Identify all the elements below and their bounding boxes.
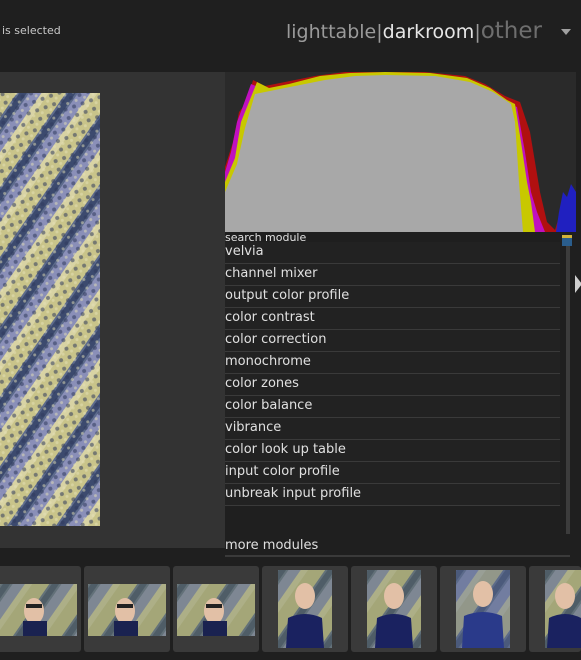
filmstrip-thumbnail[interactable] xyxy=(0,566,81,652)
module-item[interactable]: color correction xyxy=(225,330,560,352)
module-item[interactable]: monochrome xyxy=(225,352,560,374)
module-item[interactable]: color look up table xyxy=(225,440,560,462)
module-item[interactable]: velvia xyxy=(225,242,560,264)
module-scrollbar[interactable] xyxy=(566,246,570,534)
module-item[interactable]: color balance xyxy=(225,396,560,418)
view-darkroom[interactable]: darkroom xyxy=(383,21,475,43)
filmstrip-thumbnail[interactable] xyxy=(440,566,526,652)
filmstrip-thumbnail[interactable] xyxy=(351,566,437,652)
histogram[interactable] xyxy=(225,72,576,232)
filmstrip-thumbnail[interactable] xyxy=(529,566,581,652)
module-item[interactable]: unbreak input profile xyxy=(225,484,560,506)
view-switcher: lighttable|darkroom|other xyxy=(286,18,542,44)
panel-expand-arrow-icon[interactable] xyxy=(575,275,581,293)
center-view[interactable] xyxy=(0,72,225,548)
right-panel: search module velvia channel mixer outpu… xyxy=(225,72,581,560)
module-item[interactable]: vibrance xyxy=(225,418,560,440)
view-other[interactable]: other xyxy=(481,18,542,44)
module-item[interactable]: channel mixer xyxy=(225,264,560,286)
module-item[interactable]: input color profile xyxy=(225,462,560,484)
photo-preview xyxy=(0,93,100,526)
dropdown-arrow-icon[interactable] xyxy=(561,29,571,35)
module-item[interactable]: color zones xyxy=(225,374,560,396)
filmstrip-thumbnail[interactable] xyxy=(84,566,170,652)
more-modules[interactable]: more modules xyxy=(225,537,570,557)
filmstrip-thumbnail[interactable] xyxy=(173,566,259,652)
module-item[interactable]: color contrast xyxy=(225,308,560,330)
module-list: velvia channel mixer output color profil… xyxy=(225,242,560,506)
search-clear-icon[interactable] xyxy=(562,235,572,246)
filmstrip xyxy=(0,560,581,660)
filmstrip-thumbnail[interactable] xyxy=(262,566,348,652)
view-lighttable[interactable]: lighttable xyxy=(286,21,376,43)
selection-status: is selected xyxy=(2,24,61,37)
top-bar: is selected lighttable|darkroom|other xyxy=(0,0,581,72)
module-item[interactable]: output color profile xyxy=(225,286,560,308)
